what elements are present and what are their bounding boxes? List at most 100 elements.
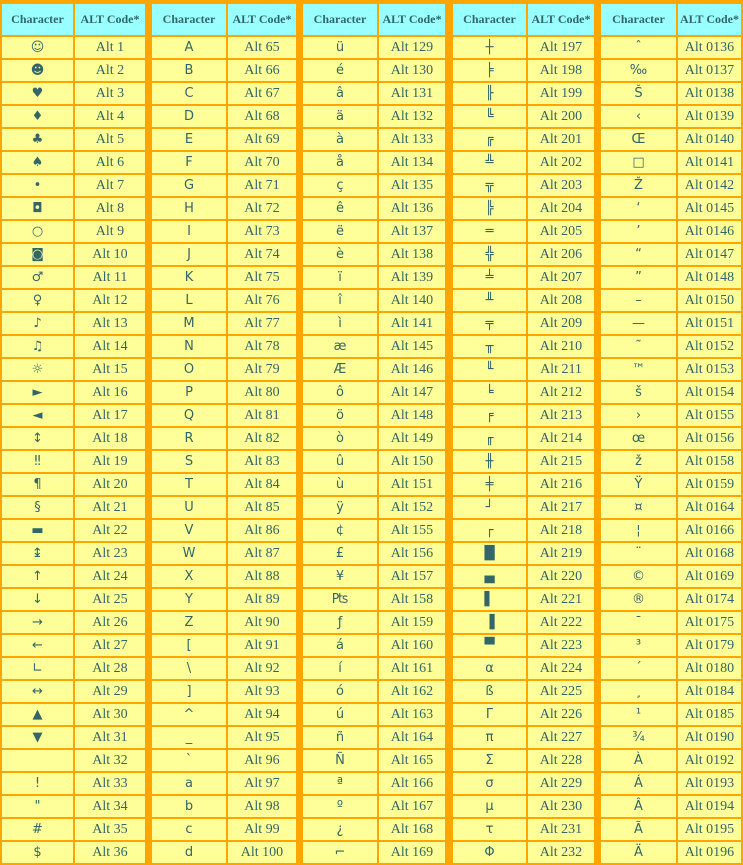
table-row: ╠ Alt 204 bbox=[453, 198, 594, 219]
table-row: â Alt 131 bbox=[303, 83, 445, 104]
table-row: W Alt 87 bbox=[152, 543, 296, 564]
alt-code-cell: Alt 202 bbox=[528, 152, 594, 173]
alt-code-cell: Alt 225 bbox=[528, 681, 594, 702]
character-cell: S bbox=[152, 451, 226, 472]
alt-code-cell: Alt 218 bbox=[528, 520, 594, 541]
character-cell: ” bbox=[601, 267, 676, 288]
alt-code-cell: Alt 146 bbox=[379, 359, 445, 380]
table-row: ï Alt 139 bbox=[303, 267, 445, 288]
character-cell: ╦ bbox=[453, 175, 526, 196]
character-cell: ® bbox=[601, 589, 676, 610]
character-cell: E bbox=[152, 129, 226, 150]
table-row: ñ Alt 164 bbox=[303, 727, 445, 748]
character-cell: ¢ bbox=[303, 520, 377, 541]
table-row: ☻ Alt 2 bbox=[2, 60, 145, 81]
alt-code-cell: Alt 214 bbox=[528, 428, 594, 449]
alt-code-cell: Alt 16 bbox=[75, 382, 145, 403]
character-cell: ╞ bbox=[453, 60, 526, 81]
alt-code-cell: Alt 28 bbox=[75, 658, 145, 679]
alt-code-cell: Alt 213 bbox=[528, 405, 594, 426]
alt-code-cell: Alt 231 bbox=[528, 819, 594, 840]
alt-code-cell: Alt 0155 bbox=[678, 405, 741, 426]
table-row: # Alt 35 bbox=[2, 819, 145, 840]
table-row: Z Alt 90 bbox=[152, 612, 296, 633]
alt-code-cell: Alt 75 bbox=[228, 267, 296, 288]
character-cell: ¤ bbox=[601, 497, 676, 518]
table-row: ì Alt 141 bbox=[303, 313, 445, 334]
alt-code-cell: Alt 33 bbox=[75, 773, 145, 794]
character-cell: O bbox=[152, 359, 226, 380]
character-cell: $ bbox=[2, 842, 73, 863]
table-row: ® Alt 0174 bbox=[601, 589, 741, 610]
alt-code-cell: Alt 68 bbox=[228, 106, 296, 127]
alt-code-cell: Alt 97 bbox=[228, 773, 296, 794]
table-row: α Alt 224 bbox=[453, 658, 594, 679]
table-row: ” Alt 0148 bbox=[601, 267, 741, 288]
alt-code-cell: Alt 168 bbox=[379, 819, 445, 840]
character-cell: ╟ bbox=[453, 83, 526, 104]
alt-code-cell: Alt 228 bbox=[528, 750, 594, 771]
alt-code-cell: Alt 24 bbox=[75, 566, 145, 587]
table-header-row: Character ALT Code* bbox=[453, 4, 594, 35]
alt-code-cell: Alt 0140 bbox=[678, 129, 741, 150]
character-cell: α bbox=[453, 658, 526, 679]
alt-code-cell: Alt 208 bbox=[528, 290, 594, 311]
character-cell: æ bbox=[303, 336, 377, 357]
character-cell: ¹ bbox=[601, 704, 676, 725]
alt-code-cell: Alt 200 bbox=[528, 106, 594, 127]
table-row: A Alt 65 bbox=[152, 37, 296, 58]
table-header-row: Character ALT Code* bbox=[303, 4, 445, 35]
character-cell: ▲ bbox=[2, 704, 73, 725]
character-cell: ↔ bbox=[2, 681, 73, 702]
alt-code-cell: Alt 223 bbox=[528, 635, 594, 656]
alt-code-cell: Alt 140 bbox=[379, 290, 445, 311]
alt-code-cell: Alt 84 bbox=[228, 474, 296, 495]
alt-code-cell: Alt 71 bbox=[228, 175, 296, 196]
alt-code-cell: Alt 0141 bbox=[678, 152, 741, 173]
header-character: Character bbox=[152, 4, 226, 35]
table-row: Â Alt 0194 bbox=[601, 796, 741, 817]
table-row: ^ Alt 94 bbox=[152, 704, 296, 725]
table-row: ← Alt 27 bbox=[2, 635, 145, 656]
character-cell: ╪ bbox=[453, 474, 526, 495]
alt-code-cell: Alt 73 bbox=[228, 221, 296, 242]
character-cell: A bbox=[152, 37, 226, 58]
table-row: ¾ Alt 0190 bbox=[601, 727, 741, 748]
table-row: E Alt 69 bbox=[152, 129, 296, 150]
table-row: ○ Alt 9 bbox=[2, 221, 145, 242]
table-row: á Alt 160 bbox=[303, 635, 445, 656]
character-cell: ƒ bbox=[303, 612, 377, 633]
alt-code-cell: Alt 220 bbox=[528, 566, 594, 587]
character-cell: Γ bbox=[453, 704, 526, 725]
alt-code-cell: Alt 22 bbox=[75, 520, 145, 541]
character-cell: ô bbox=[303, 382, 377, 403]
table-row: ╚ Alt 200 bbox=[453, 106, 594, 127]
alt-code-cell: Alt 7 bbox=[75, 175, 145, 196]
alt-code-cell: Alt 206 bbox=[528, 244, 594, 265]
alt-code-cell: Alt 135 bbox=[379, 175, 445, 196]
table-row: c Alt 99 bbox=[152, 819, 296, 840]
table-row: ˜ Alt 0152 bbox=[601, 336, 741, 357]
character-cell: _ bbox=[152, 727, 226, 748]
alt-code-cell: Alt 224 bbox=[528, 658, 594, 679]
character-cell: “ bbox=[601, 244, 676, 265]
character-cell: ▄ bbox=[453, 566, 526, 587]
table-row: ◙ Alt 10 bbox=[2, 244, 145, 265]
character-cell: ! bbox=[2, 773, 73, 794]
character-cell: í bbox=[303, 658, 377, 679]
character-cell: ‘ bbox=[601, 198, 676, 219]
table-row: ù Alt 151 bbox=[303, 474, 445, 495]
table-row: ¢ Alt 155 bbox=[303, 520, 445, 541]
alt-code-cell: Alt 90 bbox=[228, 612, 296, 633]
alt-code-cell: Alt 0174 bbox=[678, 589, 741, 610]
alt-code-cell: Alt 23 bbox=[75, 543, 145, 564]
character-cell: Ÿ bbox=[601, 474, 676, 495]
table-row: ë Alt 137 bbox=[303, 221, 445, 242]
header-character: Character bbox=[601, 4, 676, 35]
alt-code-cell: Alt 0195 bbox=[678, 819, 741, 840]
character-cell: ì bbox=[303, 313, 377, 334]
character-cell: ‼ bbox=[2, 451, 73, 472]
character-cell: ] bbox=[152, 681, 226, 702]
table-row: Š Alt 0138 bbox=[601, 83, 741, 104]
alt-code-cell: Alt 232 bbox=[528, 842, 594, 863]
